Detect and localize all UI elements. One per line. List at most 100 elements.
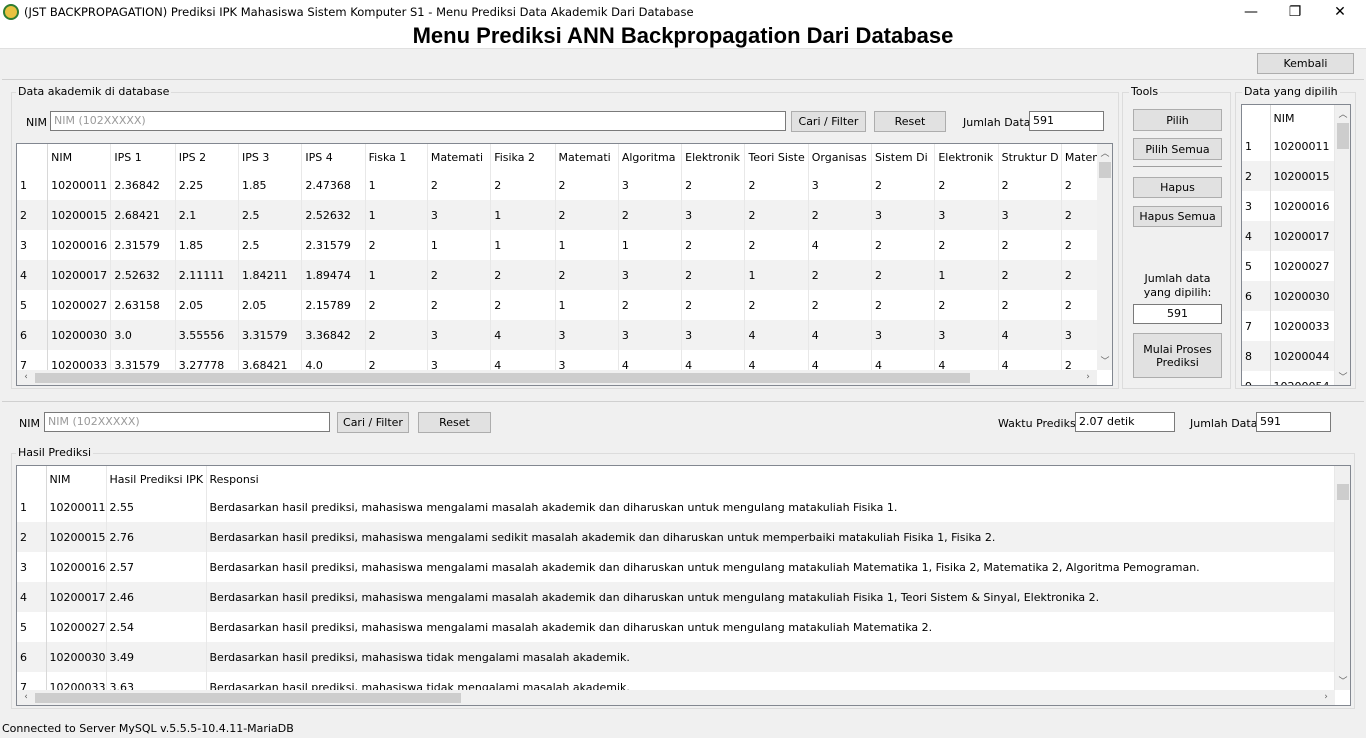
- results-column-header[interactable]: NIM: [46, 466, 107, 492]
- academic-row-number: 2: [17, 200, 49, 230]
- selected-table-row[interactable]: 8 10200044: [1242, 341, 1335, 371]
- results-vscroll-thumb[interactable]: [1337, 484, 1349, 500]
- selected-column-header[interactable]: NIM: [1270, 105, 1335, 131]
- bottom-reset-button[interactable]: Reset: [418, 412, 491, 433]
- academic-data-table[interactable]: NIM IPS 1 IPS 2 IPS 3 IPS 4 Fiska 1 Matemati Fi…: [16, 143, 1113, 386]
- scroll-left-arrow-icon[interactable]: ‹: [19, 372, 33, 382]
- scroll-up-arrow-icon[interactable]: ︿: [1098, 146, 1112, 159]
- academic-table-cell: 1: [365, 170, 428, 200]
- academic-table-cell: 2: [808, 200, 873, 230]
- academic-table-cell: 4: [744, 320, 809, 350]
- scroll-down-arrow-icon[interactable]: ﹀: [1098, 354, 1112, 367]
- academic-column-header[interactable]: Struktur D: [998, 144, 1062, 170]
- academic-table: NIM IPS 1 IPS 2 IPS 3 IPS 4 Fiska 1 Matemati Fi…: [17, 144, 1112, 380]
- bottom-nim-search-input[interactable]: NIM (102XXXXX): [44, 412, 330, 432]
- academic-column-header[interactable]: Teori Siste: [744, 144, 809, 170]
- results-table-row[interactable]: 6 10200030 3.49 Berdasarkan hasil prediksi,…: [17, 642, 1335, 672]
- academic-column-header[interactable]: Matemati: [427, 144, 492, 170]
- academic-table-cell: 3: [871, 320, 936, 350]
- results-table-row[interactable]: 4 10200017 2.46 Berdasarkan hasil prediksi,…: [17, 582, 1335, 612]
- results-scroll-down-icon[interactable]: ﹀: [1336, 674, 1350, 687]
- start-prediction-button[interactable]: Mulai Proses Prediksi: [1133, 333, 1222, 378]
- hapus-semua-button[interactable]: Hapus Semua: [1133, 206, 1222, 227]
- academic-table-row[interactable]: 2 10200015 2.68421 2.1 2.5 2.52632 1 3 1 2 2 3 2 2 3 3 3…: [17, 200, 1112, 230]
- top-vscroll-thumb[interactable]: [1099, 162, 1111, 178]
- selected-table-row[interactable]: 5 10200027: [1242, 251, 1335, 281]
- top-table-vscrollbar[interactable]: ︿ ﹀: [1097, 144, 1112, 370]
- results-hscrollbar[interactable]: ‹ ›: [17, 690, 1335, 705]
- nim-search-input[interactable]: NIM (102XXXXX): [50, 111, 786, 131]
- academic-column-header[interactable]: Elektronik: [681, 144, 746, 170]
- academic-table-cell: 2: [998, 230, 1062, 260]
- academic-table-cell: 1: [365, 200, 428, 230]
- selected-table-row[interactable]: 9 10200054: [1242, 371, 1335, 385]
- results-table-cell: 2.57: [106, 552, 207, 582]
- selected-table-row[interactable]: 2 10200015: [1242, 161, 1335, 191]
- academic-column-header[interactable]: IPS 2: [175, 144, 240, 170]
- maximize-button[interactable]: ❐: [1272, 0, 1318, 24]
- selected-scroll-down-icon[interactable]: ﹀: [1336, 370, 1350, 383]
- academic-column-header[interactable]: Algoritma: [618, 144, 683, 170]
- results-table-row[interactable]: 5 10200027 2.54 Berdasarkan hasil prediksi,…: [17, 612, 1335, 642]
- results-hscroll-thumb[interactable]: [35, 693, 461, 703]
- results-table-cell: Berdasarkan hasil prediksi, mahasiswa ti…: [206, 642, 1335, 672]
- results-table-row[interactable]: 3 10200016 2.57 Berdasarkan hasil prediksi,…: [17, 552, 1335, 582]
- bottom-search-filter-button[interactable]: Cari / Filter: [337, 412, 409, 433]
- tools-group-label: Tools: [1129, 85, 1161, 98]
- results-scroll-right-icon[interactable]: ›: [1319, 692, 1333, 702]
- academic-column-header[interactable]: NIM: [47, 144, 112, 170]
- academic-column-header[interactable]: IPS 3: [238, 144, 303, 170]
- academic-column-header[interactable]: Fisika 2: [490, 144, 556, 170]
- selected-table-row[interactable]: 6 10200030: [1242, 281, 1335, 311]
- academic-column-header[interactable]: Sistem Di: [871, 144, 936, 170]
- selected-table-row[interactable]: 4 10200017: [1242, 221, 1335, 251]
- results-header-row: NIM Hasil Prediksi IPK Responsi: [17, 466, 1335, 492]
- academic-column-header[interactable]: IPS 1: [110, 144, 176, 170]
- selected-scroll-up-icon[interactable]: ︿: [1336, 107, 1350, 120]
- selected-vscroll-thumb[interactable]: [1337, 123, 1349, 149]
- selected-table-vscrollbar[interactable]: ︿ ﹀: [1335, 105, 1350, 385]
- search-filter-button[interactable]: Cari / Filter: [791, 111, 866, 132]
- results-corner-cell: [17, 466, 47, 492]
- academic-table-cell: 2: [618, 290, 683, 320]
- results-table-container[interactable]: NIM Hasil Prediksi IPK Responsi 1 10200011 2…: [16, 465, 1351, 706]
- academic-table-cell: 2: [427, 260, 492, 290]
- page-title: Menu Prediksi ANN Backpropagation Dari D…: [0, 24, 1366, 48]
- kembali-button[interactable]: Kembali: [1257, 53, 1354, 74]
- top-hscroll-thumb[interactable]: [35, 373, 970, 383]
- academic-column-header[interactable]: Matemati: [555, 144, 619, 170]
- top-table-hscrollbar[interactable]: ‹ ›: [17, 370, 1097, 385]
- academic-table-row[interactable]: 5 10200027 2.63158 2.05 2.05 2.15789 2 2 2 1 2 2 2 2 2…: [17, 290, 1112, 320]
- pilih-semua-button[interactable]: Pilih Semua: [1133, 138, 1222, 160]
- academic-column-header[interactable]: Fiska 1: [365, 144, 428, 170]
- selected-table-row[interactable]: 1 10200011: [1242, 131, 1335, 161]
- selected-data-table[interactable]: NIM 1 10200011 2 10200015 3 10200016 4 10200017…: [1241, 104, 1351, 386]
- academic-table-row[interactable]: 4 10200017 2.52632 2.11111 1.84211 1.89474 1 2 2…: [17, 260, 1112, 290]
- pilih-button[interactable]: Pilih: [1133, 109, 1222, 131]
- academic-table-row[interactable]: 3 10200016 2.31579 1.85 2.5 2.31579 2 1 1 1 1 2 2 4 2 2…: [17, 230, 1112, 260]
- academic-table-cell: 1: [934, 260, 999, 290]
- results-table-row[interactable]: 2 10200015 2.76 Berdasarkan hasil prediksi,…: [17, 522, 1335, 552]
- close-button[interactable]: ✕: [1317, 0, 1363, 24]
- results-scroll-left-icon[interactable]: ‹: [19, 692, 33, 702]
- academic-column-header[interactable]: Organisas: [808, 144, 873, 170]
- selected-table-cell: 10200015: [1270, 161, 1335, 191]
- reset-button[interactable]: Reset: [874, 111, 946, 132]
- minimize-button[interactable]: —: [1228, 0, 1274, 24]
- academic-table-row[interactable]: 1 10200011 2.36842 2.25 1.85 2.47368 1 2 2 2 3 2 2 3 2…: [17, 170, 1112, 200]
- header-divider: [0, 48, 1366, 49]
- results-column-header[interactable]: Responsi: [206, 466, 1335, 492]
- academic-column-header[interactable]: IPS 4: [301, 144, 366, 170]
- scroll-right-arrow-icon[interactable]: ›: [1081, 372, 1095, 382]
- academic-table-row[interactable]: 6 10200030 3.0 3.55556 3.31579 3.36842 2 3 4 3 3 3 4…: [17, 320, 1112, 350]
- academic-column-header[interactable]: Elektronik: [934, 144, 999, 170]
- results-table-row[interactable]: 1 10200011 2.55 Berdasarkan hasil prediksi,…: [17, 492, 1335, 522]
- selected-table-row[interactable]: 3 10200016: [1242, 191, 1335, 221]
- academic-table-cell: 4: [808, 320, 873, 350]
- hapus-button[interactable]: Hapus: [1133, 177, 1222, 198]
- selected-table-row[interactable]: 7 10200033: [1242, 311, 1335, 341]
- academic-table-cell: 3.31579: [238, 320, 303, 350]
- results-column-header[interactable]: Hasil Prediksi IPK: [106, 466, 207, 492]
- academic-table-cell: 3: [618, 320, 683, 350]
- results-vscrollbar[interactable]: ﹀: [1335, 466, 1350, 690]
